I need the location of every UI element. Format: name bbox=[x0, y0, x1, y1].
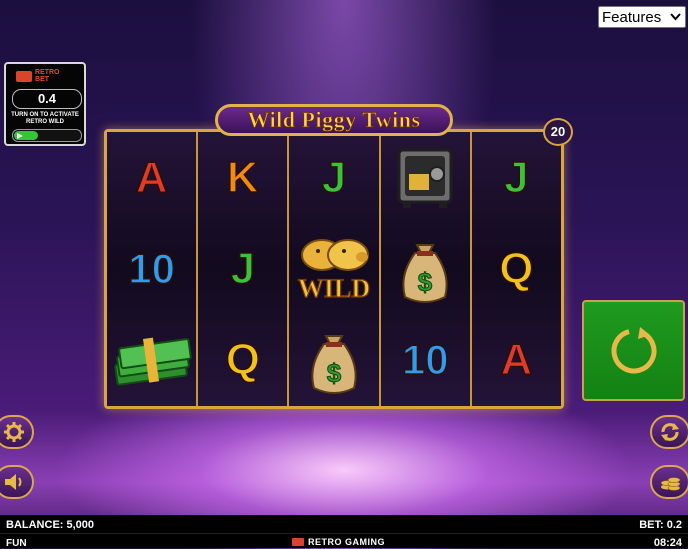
settings-button[interactable] bbox=[0, 415, 34, 449]
retro-bet-caption: TURN ON TO ACTIVATE RETRO WILD bbox=[6, 112, 84, 126]
symbol-a: A bbox=[500, 335, 533, 386]
reel-cell: Q bbox=[472, 223, 561, 314]
reel-cell: J bbox=[472, 132, 561, 223]
features-select[interactable]: Features bbox=[598, 6, 686, 28]
svg-text:$: $ bbox=[418, 267, 433, 297]
retro-wild-toggle[interactable] bbox=[12, 129, 82, 142]
reel-cell bbox=[381, 132, 470, 223]
game-title: Wild Piggy Twins bbox=[215, 104, 453, 136]
retro-bet-value: 0.4 bbox=[12, 89, 82, 109]
symbol-q: Q bbox=[499, 243, 535, 294]
reel-4: $10 bbox=[380, 132, 472, 406]
reel-cell: 10 bbox=[381, 315, 470, 406]
paylines-badge: 20 bbox=[543, 118, 573, 146]
bottom-status-bar: BALANCE: 5,000 BET: 0.2 FUN RETRO GAMING… bbox=[0, 515, 688, 549]
retro-bet-caption-line2: RETRO WILD bbox=[26, 119, 64, 125]
symbol-q: Q bbox=[225, 335, 261, 386]
symbol-a: A bbox=[135, 152, 168, 203]
clock: 08:24 bbox=[653, 537, 682, 549]
settings-gear-icon bbox=[4, 422, 24, 442]
reels-frame: A 10 K J Q J WILD $ $10 J Q A bbox=[104, 129, 564, 409]
symbol-j: J bbox=[503, 152, 529, 203]
symbol-j: J bbox=[230, 243, 256, 294]
reel-cell: $ bbox=[289, 315, 378, 406]
sound-icon bbox=[5, 474, 22, 490]
reel-5: JQA bbox=[471, 132, 562, 406]
play-mode: FUN bbox=[6, 538, 27, 549]
retro-bet-caption-line1: TURN ON TO ACTIVATE bbox=[11, 112, 79, 118]
sound-button[interactable] bbox=[0, 465, 34, 499]
retro-bet-logo-line1: RETRO bbox=[35, 69, 60, 76]
cash-stack-icon bbox=[113, 337, 192, 386]
symbol-10: 10 bbox=[127, 244, 175, 293]
toggle-arrow-icon bbox=[17, 133, 23, 139]
bet-button[interactable] bbox=[650, 465, 688, 499]
reel-cell: A bbox=[472, 315, 561, 406]
reel-cell: 10 bbox=[107, 223, 196, 314]
brand-label: RETRO GAMING bbox=[292, 537, 385, 547]
retro-bet-logo: RETRO BET bbox=[16, 69, 60, 83]
piggy-wild-icon: WILD bbox=[297, 238, 371, 304]
status-divider bbox=[0, 533, 688, 534]
reel-cell: A bbox=[107, 132, 196, 223]
coins-bet-icon bbox=[660, 477, 681, 491]
brand-text: RETRO GAMING bbox=[308, 537, 385, 547]
spin-button[interactable] bbox=[582, 300, 685, 401]
money-bag-icon: $ bbox=[311, 335, 357, 395]
reel-2: KJQ bbox=[198, 132, 290, 406]
svg-text:WILD: WILD bbox=[298, 274, 370, 303]
reel-cell bbox=[107, 315, 196, 406]
reel-3: J WILD $ bbox=[289, 132, 381, 406]
autoplay-button[interactable] bbox=[650, 415, 688, 449]
retro-bet-panel: RETRO BET 0.4 TURN ON TO ACTIVATE RETRO … bbox=[4, 62, 86, 146]
features-select-value: Features bbox=[602, 8, 662, 26]
reel-cell: J bbox=[198, 223, 287, 314]
symbol-j: J bbox=[321, 152, 347, 203]
chevron-down-icon bbox=[670, 13, 681, 21]
reel-1: A 10 bbox=[107, 132, 199, 406]
retro-bet-logo-mark bbox=[16, 70, 32, 82]
reel-cell: K bbox=[198, 132, 287, 223]
balance-display: BALANCE: 5,000 bbox=[6, 519, 95, 531]
reel-cell: $ bbox=[381, 223, 470, 314]
brand-logo-icon bbox=[292, 538, 304, 546]
safe-icon bbox=[397, 148, 453, 208]
retro-bet-logo-line2: BET bbox=[35, 76, 49, 83]
svg-text:$: $ bbox=[327, 358, 342, 388]
reel-cell: J bbox=[289, 132, 378, 223]
money-bag-icon: $ bbox=[402, 243, 448, 303]
autoplay-icon bbox=[661, 423, 679, 441]
symbol-k: K bbox=[226, 152, 259, 203]
bet-display: BET: 0.2 bbox=[639, 519, 682, 531]
reel-cell: Q bbox=[198, 315, 287, 406]
symbol-10: 10 bbox=[401, 336, 449, 385]
reel-cell: WILD bbox=[289, 223, 378, 314]
spin-arrow-icon bbox=[611, 326, 656, 373]
